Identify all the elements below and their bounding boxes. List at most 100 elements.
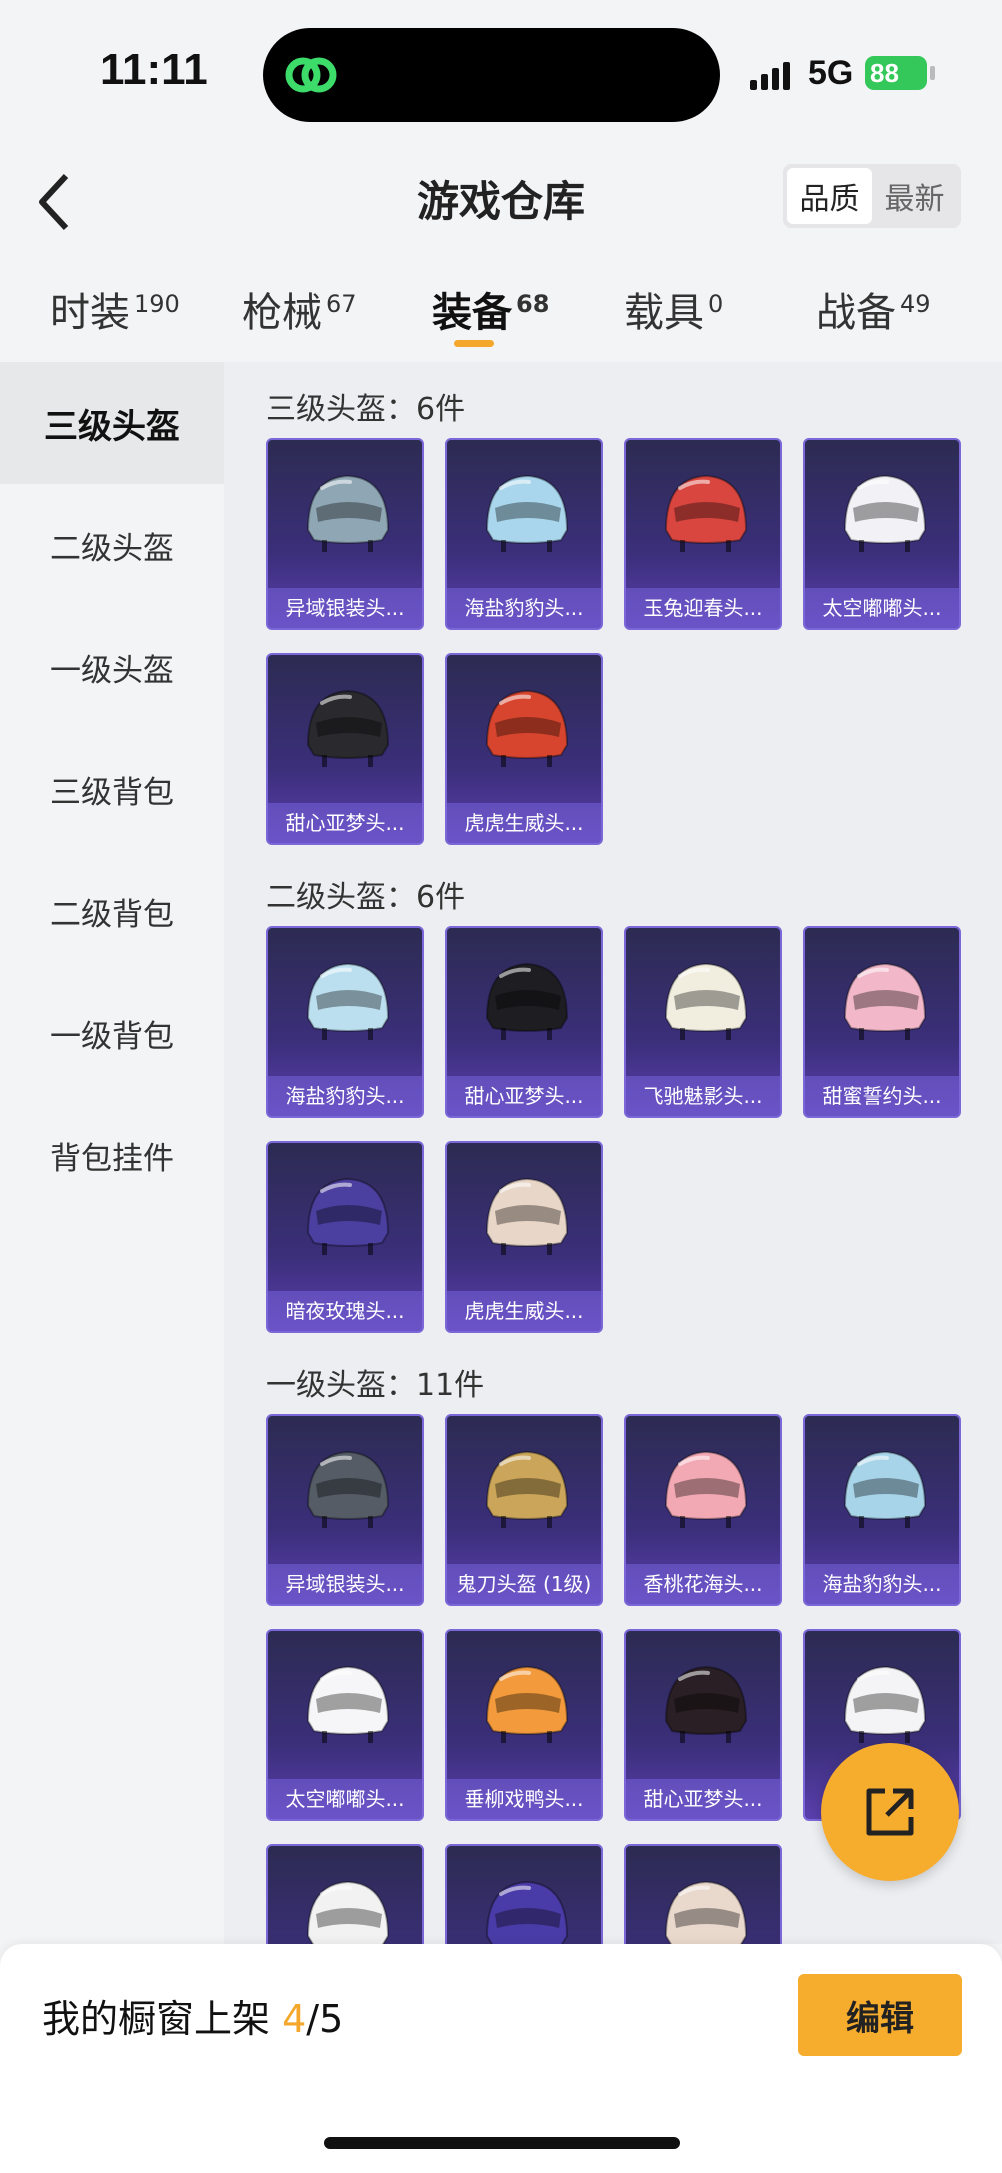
tab-count: 67: [326, 289, 357, 318]
item-image: [447, 1416, 601, 1566]
item-card[interactable]: 甜蜜誓约头...: [803, 926, 961, 1118]
sidebar-item-level1-backpack[interactable]: 一级背包: [0, 972, 224, 1094]
item-card[interactable]: 玉兔迎春头...: [624, 438, 782, 630]
showcase-current: 4: [282, 1997, 307, 2041]
helmet-space-bunny-icon: [843, 474, 927, 552]
helmet-sweetheart-icon: [306, 689, 390, 767]
item-card[interactable]: 香桃花海头...: [624, 1414, 782, 1606]
item-image: [268, 1143, 422, 1293]
item-image: [805, 1416, 959, 1566]
sidebar-item-level2-helmet[interactable]: 二级头盔: [0, 484, 224, 606]
showcase-total: /5: [306, 1997, 344, 2041]
signal-icon: [750, 60, 790, 90]
item-image: [447, 1143, 601, 1293]
item-name: 暗夜玫瑰头...: [268, 1291, 422, 1331]
tab-label: 战备: [816, 290, 896, 336]
item-card[interactable]: 虎虎生威头...: [445, 1141, 603, 1333]
item-name: 香桃花海头...: [626, 1564, 780, 1604]
item-name: 鬼刀头盔 (1级): [447, 1564, 601, 1604]
item-image: [626, 1416, 780, 1566]
sort-toggle: 品质 最新: [783, 164, 961, 228]
tab-equipment[interactable]: 装备 68: [432, 280, 549, 338]
item-name: 虎虎生威头...: [447, 1291, 601, 1331]
helmet-rabbit-red-icon: [664, 474, 748, 552]
tab-fashion[interactable]: 时装 190: [50, 280, 180, 338]
helmet-night-rose-icon: [306, 1177, 390, 1255]
edit-button[interactable]: 编辑: [798, 1974, 962, 2056]
item-card[interactable]: 太空嘟嘟头...: [803, 438, 961, 630]
item-card[interactable]: 虎虎生威头...: [445, 653, 603, 845]
tab-count: 68: [516, 289, 550, 318]
item-image: [268, 1846, 422, 1944]
item-name: 异域银装头...: [268, 1564, 422, 1604]
sidebar-item-backpack-charm[interactable]: 背包挂件: [0, 1094, 224, 1216]
helmet-galaxy-icon: [485, 1880, 569, 1944]
tab-count: 0: [708, 289, 724, 318]
item-card[interactable]: 海盐豹豹头...: [266, 926, 424, 1118]
active-tab-indicator: [454, 340, 494, 347]
app-header: 游戏仓库 品质 最新: [0, 150, 1002, 270]
item-image: [626, 928, 780, 1078]
helmet-seal-icon: [306, 962, 390, 1040]
item-image: [805, 928, 959, 1078]
helmet-peach-icon: [664, 1450, 748, 1528]
sidebar-item-level3-helmet[interactable]: 三级头盔: [0, 362, 224, 484]
helmet-seal-icon: [843, 1450, 927, 1528]
sidebar-item-level3-backpack[interactable]: 三级背包: [0, 728, 224, 850]
item-card[interactable]: 飞驰魅影头...: [624, 926, 782, 1118]
item-card[interactable]: 异域银装头...: [266, 438, 424, 630]
helmet-tiger-icon: [664, 1880, 748, 1944]
item-image: [626, 1631, 780, 1781]
item-name: 海盐豹豹头...: [268, 1076, 422, 1116]
item-card[interactable]: [624, 1844, 782, 1944]
home-indicator: [324, 2137, 680, 2149]
item-card[interactable]: 垂柳戏鸭头...: [445, 1629, 603, 1821]
dynamic-island: [263, 28, 720, 122]
item-card[interactable]: 太空嘟嘟头...: [266, 1629, 424, 1821]
item-card[interactable]: 甜心亚梦头...: [266, 653, 424, 845]
sort-quality-button[interactable]: 品质: [787, 168, 872, 224]
item-card[interactable]: [266, 1844, 424, 1944]
tab-label: 载具: [624, 290, 704, 336]
sort-newest-button[interactable]: 最新: [872, 168, 957, 224]
item-card[interactable]: 鬼刀头盔 (1级): [445, 1414, 603, 1606]
tab-vehicles[interactable]: 载具 0: [624, 280, 723, 338]
item-card[interactable]: 海盐豹豹头...: [803, 1414, 961, 1606]
helmet-sweet-vow-icon: [843, 962, 927, 1040]
network-type: 5G: [808, 54, 854, 92]
item-card[interactable]: 暗夜玫瑰头...: [266, 1141, 424, 1333]
item-name: 虎虎生威头...: [447, 803, 601, 843]
helmet-white-icon: [306, 1880, 390, 1944]
helmet-sweetheart-icon: [485, 962, 569, 1040]
tab-count: 49: [900, 289, 931, 318]
item-name: 海盐豹豹头...: [805, 1564, 959, 1604]
sidebar-item-level2-backpack[interactable]: 二级背包: [0, 850, 224, 972]
showcase-counter: 我的橱窗上架 4/5: [42, 1988, 343, 2043]
item-grid: 三级头盔：6件 异域银装头... 海盐豹豹头... 玉兔迎春头... 太空嘟嘟头... 甜…: [224, 362, 1002, 1944]
item-name: 海盐豹豹头...: [447, 588, 601, 628]
item-image: [268, 440, 422, 590]
helmet-silver-icon: [306, 1450, 390, 1528]
category-tabs: 时装 190 枪械 67 装备 68 载具 0 战备 49: [0, 270, 1002, 362]
item-name: 甜心亚梦头...: [447, 1076, 601, 1116]
sidebar-item-level1-helmet[interactable]: 一级头盔: [0, 606, 224, 728]
share-button[interactable]: [821, 1743, 959, 1881]
sidebar: 三级头盔 二级头盔 一级头盔 三级背包 二级背包 一级背包 背包挂件: [0, 362, 224, 1944]
item-image: [626, 440, 780, 590]
app-link-icon: [285, 57, 337, 93]
item-card[interactable]: 甜心亚梦头...: [445, 926, 603, 1118]
item-card[interactable]: [445, 1844, 603, 1944]
helmet-tiger-icon: [485, 689, 569, 767]
item-image: [447, 1631, 601, 1781]
item-card[interactable]: 甜心亚梦头...: [624, 1629, 782, 1821]
tab-supplies[interactable]: 战备 49: [816, 280, 931, 338]
battery-icon: 88: [865, 56, 927, 90]
item-name: 太空嘟嘟头...: [805, 588, 959, 628]
section-title: 二级头盔：6件: [266, 880, 466, 915]
tab-guns[interactable]: 枪械 67: [242, 280, 357, 338]
item-card[interactable]: 异域银装头...: [266, 1414, 424, 1606]
item-image: [447, 655, 601, 805]
item-image: [626, 1846, 780, 1944]
item-card[interactable]: 海盐豹豹头...: [445, 438, 603, 630]
item-image: [447, 928, 601, 1078]
